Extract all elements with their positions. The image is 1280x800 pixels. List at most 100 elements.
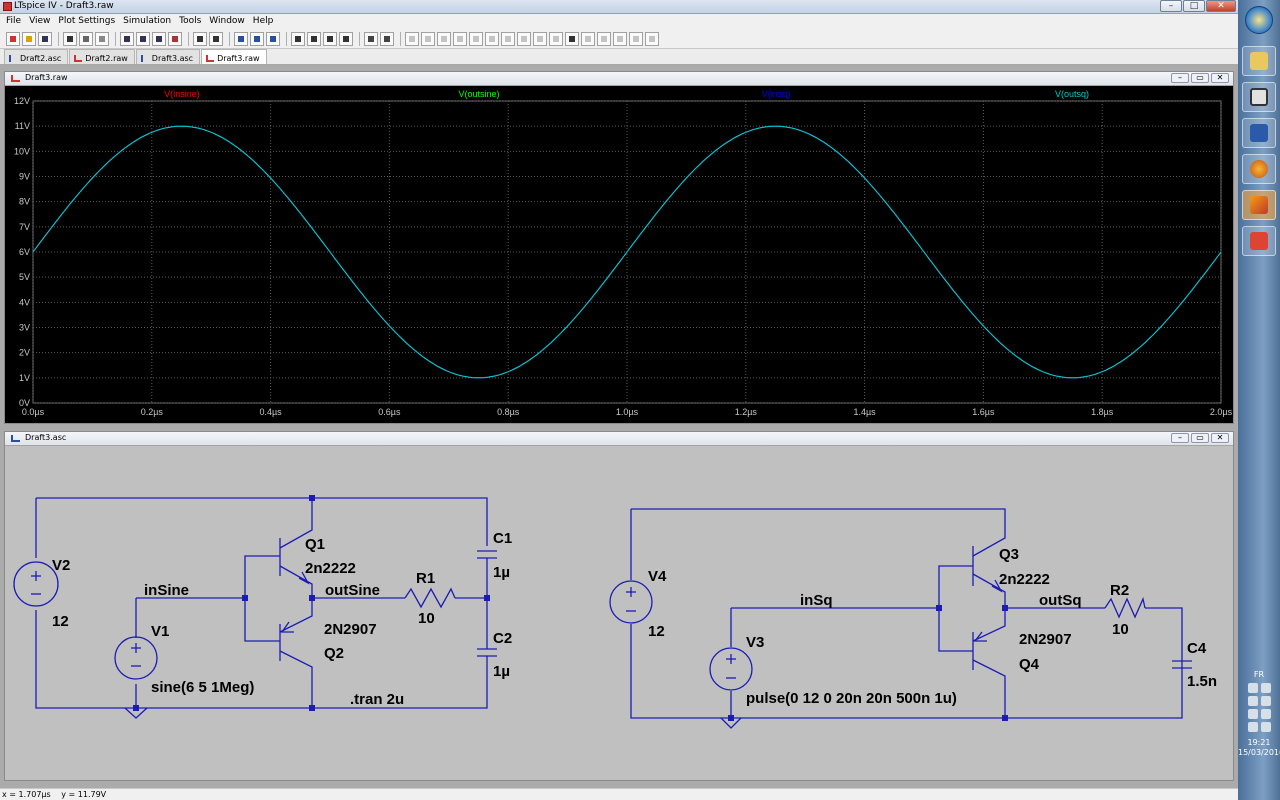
halt-icon[interactable] [95,31,109,46]
taskbar-ltspice[interactable] [1242,82,1276,112]
wire-icon[interactable] [405,31,419,46]
x-tick-label: 1.6µs [972,407,995,417]
taskbar-matlab[interactable] [1242,190,1276,220]
maximize-button[interactable]: □ [1183,0,1205,12]
menu-tools[interactable]: Tools [175,14,205,29]
zoom-out-icon[interactable] [152,31,166,46]
undo-icon[interactable] [565,31,579,46]
legend-trace-label[interactable]: V(insine) [164,89,200,99]
probe-icon[interactable] [209,31,223,46]
resistor-icon[interactable] [453,31,467,46]
start-button[interactable] [1245,6,1273,34]
inductor-icon[interactable] [485,31,499,46]
menu-help[interactable]: Help [249,14,278,29]
tray-icon[interactable] [1260,683,1271,693]
control-panel-icon[interactable] [63,31,77,46]
new-schematic-icon[interactable] [6,31,20,46]
capacitor-icon[interactable] [469,31,483,46]
taskbar-firefox[interactable] [1242,154,1276,184]
tab-draft2-asc[interactable]: Draft2.asc [4,49,69,64]
zoom-pan-icon[interactable] [136,31,150,46]
run-icon[interactable] [79,31,93,46]
tray-icon[interactable] [1247,696,1258,706]
y-tick-label: 5V [19,272,30,282]
waveform-window[interactable]: Draft3.raw – ▭ ✕ 0V 1V 2V 3V 4V 5V 6V 7V 8V 9V 10V 11… [4,71,1234,424]
label-net-icon[interactable] [437,31,451,46]
tray-icon[interactable] [1260,696,1271,706]
toolbar [0,29,1238,49]
close-button[interactable]: ✕ [1211,433,1229,443]
document-tabs: Draft2.asc Draft2.raw Draft3.asc Draft3.… [0,49,1238,65]
word-icon [1250,124,1268,142]
menu-window[interactable]: Window [205,14,249,29]
tray-icon[interactable] [1247,683,1258,693]
cascade-icon[interactable] [250,31,264,46]
menu-file[interactable]: File [2,14,25,29]
taskbar-word[interactable] [1242,118,1276,148]
label-v2: V2 [52,557,70,574]
menu-simulation[interactable]: Simulation [119,14,175,29]
legend-trace-label[interactable]: V(insq) [762,89,791,99]
tile-horizontal-icon[interactable] [234,31,248,46]
save-icon[interactable] [38,31,52,46]
zoom-fit-icon[interactable] [168,31,182,46]
y-tick-label: 10V [14,146,30,156]
label-q3: Q3 [999,546,1019,563]
taskbar-app[interactable] [1242,226,1276,256]
schematic-canvas[interactable]: V2 12 inSine V1 sine(6 5 1Meg) Q1 2n2222… [5,446,1233,780]
net-label-insq: inSq [800,592,833,609]
clock[interactable]: 19:21 15/03/2016 [1238,738,1280,758]
tab-draft3-asc[interactable]: Draft3.asc [135,49,201,64]
tab-draft3-raw[interactable]: Draft3.raw [201,49,267,64]
taskbar-explorer[interactable] [1242,46,1276,76]
print-icon[interactable] [364,31,378,46]
clock-time: 19:21 [1247,738,1271,747]
menu-view[interactable]: View [25,14,54,29]
schematic-window-caption: Draft3.asc – ▭ ✕ [5,432,1233,446]
paste-icon[interactable] [323,31,337,46]
legend-trace-label[interactable]: V(outsq) [1055,89,1089,99]
schematic-window[interactable]: Draft3.asc – ▭ ✕ V2 12 inSine V1 sine(6 … [4,431,1234,781]
minimize-button[interactable]: – [1171,433,1189,443]
legend-trace-label[interactable]: V(outsine) [458,89,499,99]
minimize-button[interactable]: – [1171,73,1189,83]
tray-icon[interactable] [1260,709,1271,719]
zoom-in-icon[interactable] [120,31,134,46]
diode-icon[interactable] [501,31,515,46]
volume-icon[interactable] [1260,722,1271,732]
label-r2: R2 [1110,582,1129,599]
close-button[interactable]: ✕ [1211,73,1229,83]
ground-icon[interactable] [421,31,435,46]
rotate-icon[interactable] [597,31,611,46]
minimize-button[interactable]: – [1160,0,1182,12]
language-indicator[interactable]: FR [1238,670,1280,679]
tile-vertical-icon[interactable] [266,31,280,46]
find-icon[interactable] [339,31,353,46]
spice-directive-tran[interactable]: .tran 2u [350,691,404,708]
print-preview-icon[interactable] [380,31,394,46]
text-icon[interactable] [629,31,643,46]
waveform-plot[interactable]: 0V1V2V3V4V5V6V7V8V9V10V11V12V 0.0µs 0.2µs… [5,86,1233,423]
autorange-icon[interactable] [193,31,207,46]
copy-icon[interactable] [307,31,321,46]
drag-icon[interactable] [549,31,563,46]
restore-button[interactable]: ▭ [1191,73,1209,83]
x-tick-label: 1.8µs [1091,407,1114,417]
move-icon[interactable] [533,31,547,46]
mirror-icon[interactable] [613,31,627,46]
redo-icon[interactable] [581,31,595,46]
cut-icon[interactable] [291,31,305,46]
tray-icon[interactable] [1247,709,1258,719]
status-bar: x = 1.707µs y = 11.79V [0,788,1238,800]
clock-date: 15/03/2016 [1238,748,1280,757]
net-label-insine: inSine [144,582,189,599]
open-icon[interactable] [22,31,36,46]
component-icon[interactable] [517,31,531,46]
close-button[interactable]: ✕ [1206,0,1236,12]
spice-directive-icon[interactable] [645,31,659,46]
flag-icon[interactable] [1247,722,1258,732]
menu-plot-settings[interactable]: Plot Settings [54,14,119,29]
tab-draft2-raw[interactable]: Draft2.raw [69,49,135,64]
restore-button[interactable]: ▭ [1191,433,1209,443]
label-q3-model: 2n2222 [999,571,1050,588]
